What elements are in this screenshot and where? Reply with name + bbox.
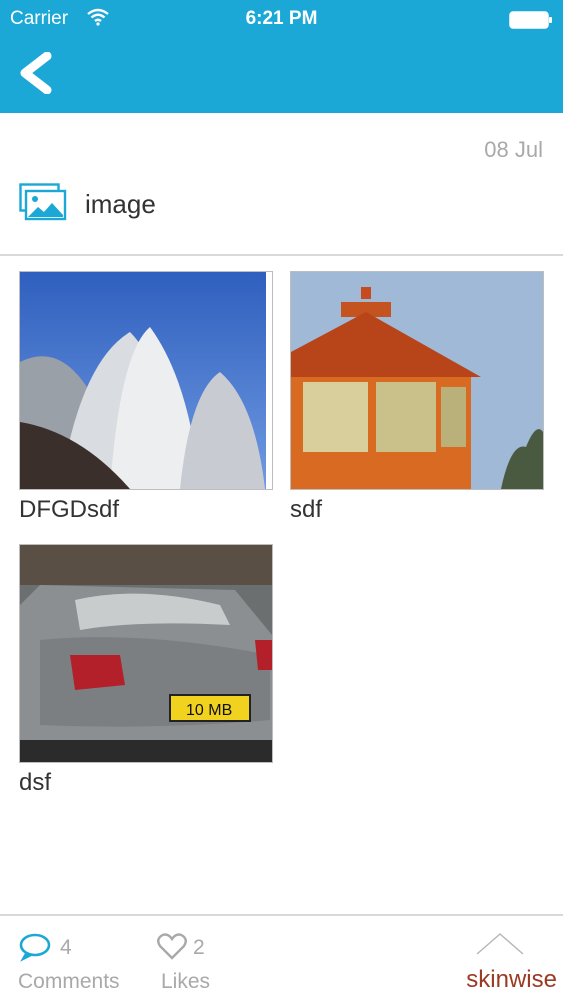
likes-label: Likes	[161, 970, 211, 993]
battery-icon	[509, 11, 553, 34]
image-icon	[19, 182, 67, 226]
brand-menu-button[interactable]: skinwise	[447, 932, 557, 998]
gallery-item-caption: dsf	[19, 769, 52, 796]
lighthouse-cupola-photo	[290, 271, 544, 490]
gallery-item-2[interactable]: sdf	[290, 271, 544, 524]
grey-car-rear-photo: 10 MB	[19, 544, 273, 763]
post-date: 08 Jul	[484, 137, 543, 162]
gallery-item-caption: DFGDsdf	[19, 496, 120, 523]
gallery-item-3[interactable]: 10 MB dsf	[19, 544, 273, 797]
likes-button[interactable]: 2 Likes	[157, 932, 227, 998]
post-type-label: image	[85, 188, 156, 219]
gallery-item-1[interactable]: DFGDsdf	[19, 271, 273, 524]
back-button[interactable]	[10, 50, 60, 100]
nav-header: Carrier 6:21 PM	[0, 0, 563, 113]
heart-icon	[157, 932, 187, 965]
lotus-temple-photo	[19, 271, 273, 490]
post-type: image	[19, 182, 156, 226]
status-bar: Carrier 6:21 PM	[0, 0, 563, 38]
brand-label: skinwise	[466, 966, 557, 993]
chevron-left-icon	[15, 51, 55, 99]
gallery-item-caption: sdf	[290, 496, 323, 523]
footer-bar: 4 Comments 2 Likes skinwise	[0, 914, 563, 1002]
comments-count: 4	[60, 936, 72, 959]
divider	[0, 254, 563, 256]
likes-count: 2	[193, 936, 205, 959]
svg-text:10 MB: 10 MB	[186, 702, 232, 719]
clock: 6:21 PM	[245, 8, 318, 29]
comments-button[interactable]: 4 Comments	[18, 932, 128, 998]
speech-bubble-icon	[18, 932, 52, 967]
chevron-up-icon	[475, 932, 525, 961]
comments-label: Comments	[18, 970, 120, 993]
